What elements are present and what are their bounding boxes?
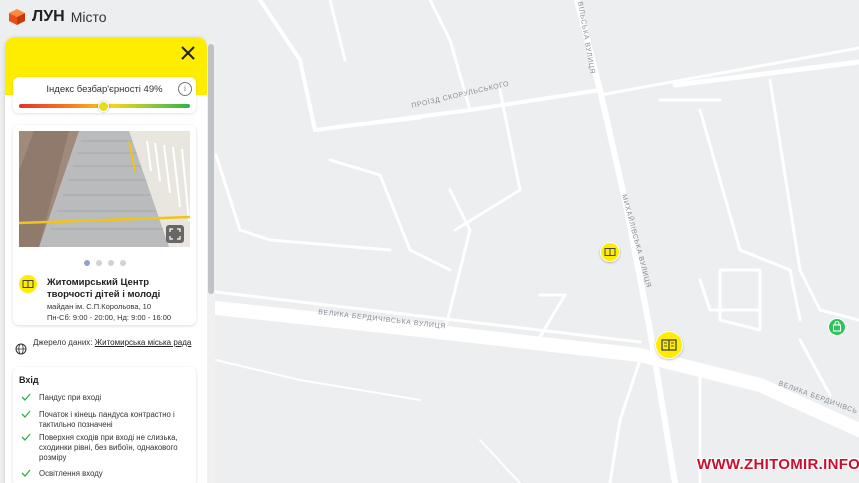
data-source-prefix: Джерело даних: xyxy=(33,338,93,347)
place-address: майдан ім. С.П.Корольова, 10 xyxy=(47,302,152,311)
check-icon xyxy=(21,410,31,418)
check-icon xyxy=(21,433,31,441)
data-source-link[interactable]: Житомирська міська рада xyxy=(95,338,192,347)
info-icon[interactable]: i xyxy=(178,82,192,96)
carousel-dot[interactable] xyxy=(107,260,114,266)
cube-logo-icon xyxy=(9,9,25,25)
book-icon xyxy=(22,280,34,288)
panel-scrollbar[interactable] xyxy=(207,40,215,483)
accessibility-index-label: Індекс безбар'єрності 49% xyxy=(46,84,163,95)
place-card: Житомирський Центр творчості дітей і мол… xyxy=(13,125,196,325)
close-icon[interactable] xyxy=(177,42,199,64)
place-category-icon xyxy=(19,275,37,293)
feature-text: Початок і кінець пандуса контрастно і та… xyxy=(39,410,175,429)
feature-text: Поверхня сходів при вході не слизька, сх… xyxy=(39,433,178,462)
app-logo[interactable]: ЛУН Місто xyxy=(8,8,107,26)
feature-text: Освітлення входу xyxy=(39,469,103,478)
entry-section-card: Вхід Пандус при вході Початок і кінець п… xyxy=(13,367,196,483)
accessibility-index-marker xyxy=(97,101,109,112)
data-source-text: Джерело даних: Житомирська міська рада xyxy=(33,338,193,349)
place-details-panel: Індекс безбар'єрності 49% i Житомирський… xyxy=(5,37,207,483)
map-marker-education-selected[interactable] xyxy=(655,331,683,359)
stairs-photo-image xyxy=(19,131,190,247)
carousel-dot[interactable] xyxy=(83,260,90,266)
check-icon xyxy=(21,469,31,477)
place-name: Житомирський Центр творчості дітей і мол… xyxy=(47,277,161,300)
book-icon xyxy=(604,248,616,256)
check-icon xyxy=(21,393,31,401)
watermark: WWW.ZHITOMIR.INFO xyxy=(697,456,859,473)
photo-carousel-dots xyxy=(13,253,196,271)
carousel-dot[interactable] xyxy=(95,260,102,266)
carousel-dot[interactable] xyxy=(119,260,126,266)
shopping-bag-icon xyxy=(832,320,842,332)
product-name: Місто xyxy=(70,9,107,25)
place-photo[interactable] xyxy=(19,131,190,247)
expand-photo-button[interactable] xyxy=(166,225,184,243)
map-marker-education-small[interactable] xyxy=(600,242,620,262)
book-icon xyxy=(661,339,677,351)
map-marker-shop[interactable] xyxy=(828,318,846,336)
globe-icon xyxy=(15,343,27,355)
expand-icon xyxy=(169,228,181,240)
entry-section-title: Вхід xyxy=(19,375,39,385)
panel-scrollbar-thumb[interactable] xyxy=(208,44,214,294)
feature-text: Пандус при вході xyxy=(39,393,102,402)
place-hours: Пн-Сб: 9:00 - 20:00, Нд: 9:00 - 16:00 xyxy=(47,313,172,322)
brand-name: ЛУН xyxy=(32,8,65,25)
accessibility-index-card: Індекс безбар'єрності 49% i xyxy=(13,77,196,113)
